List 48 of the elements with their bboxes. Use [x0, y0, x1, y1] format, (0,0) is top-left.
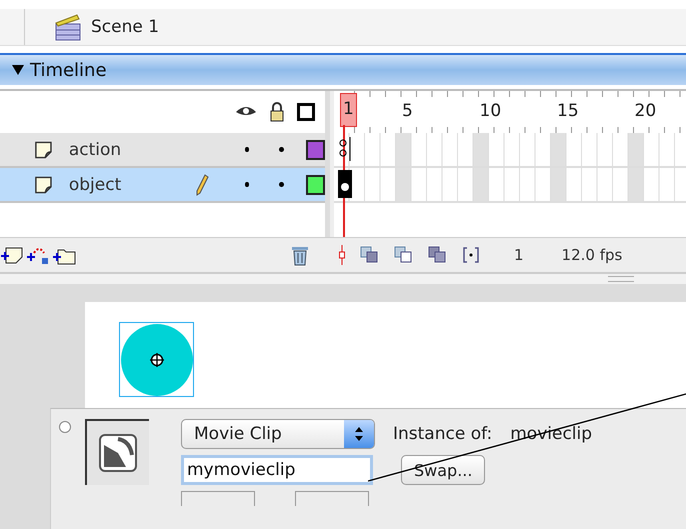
frame-rate: 12.0 fps [562, 246, 622, 264]
scene-name[interactable]: Scene 1 [91, 17, 160, 37]
stepper-arrows-icon [355, 427, 363, 441]
lock-dot-icon[interactable] [279, 182, 284, 187]
keyframe-icon[interactable] [338, 169, 352, 199]
panel-toggle[interactable] [59, 421, 71, 433]
trash-icon[interactable] [290, 244, 310, 266]
center-frame-icon[interactable] [360, 246, 380, 264]
width-field[interactable] [181, 491, 255, 506]
layer-color-swatch[interactable] [306, 140, 326, 160]
layer-row[interactable]: object [0, 168, 325, 203]
onion-outline-icon[interactable] [428, 246, 448, 264]
movie-clip-symbol-icon [96, 431, 140, 475]
layer-name: action [68, 140, 122, 160]
registration-point-icon [150, 352, 164, 366]
playhead-icon[interactable] [338, 245, 346, 265]
frame-row[interactable] [334, 168, 686, 203]
layer-page-icon [34, 140, 53, 160]
swap-button[interactable]: Swap... [401, 455, 486, 485]
frame-number: 15 [557, 101, 579, 121]
timeline-title: Timeline [30, 60, 107, 80]
frame-number: 5 [402, 101, 413, 121]
lock-icon[interactable] [269, 102, 285, 122]
collapse-triangle-icon [12, 65, 24, 75]
onion-skin-icon[interactable] [394, 246, 414, 264]
visibility-dot-icon[interactable] [244, 147, 250, 152]
instance-name-field[interactable]: mymovieclip [181, 455, 373, 485]
instance-of-label: Instance of: [393, 424, 492, 444]
frame-number: 20 [634, 101, 656, 121]
action-keyframe-icon[interactable] [338, 134, 352, 164]
layer-color-swatch[interactable] [306, 174, 326, 194]
outline-square-icon[interactable] [297, 103, 315, 121]
bracket-icon[interactable] [462, 246, 480, 264]
height-field[interactable] [295, 491, 369, 506]
playhead-marker[interactable]: 1 [340, 93, 357, 127]
visibility-dot-icon[interactable] [244, 182, 250, 187]
add-layer-icon[interactable] [0, 245, 24, 265]
layer-page-icon [34, 174, 53, 194]
lock-dot-icon[interactable] [279, 147, 284, 152]
movie-clip-instance[interactable] [119, 322, 194, 397]
layer-row[interactable]: action [0, 133, 325, 168]
current-frame: 1 [514, 246, 524, 264]
clapperboard-icon [53, 12, 83, 42]
timeline-header[interactable]: Timeline [0, 53, 686, 85]
layer-name: object [68, 174, 122, 194]
frame-number: 10 [480, 101, 502, 121]
symbol-type-dropdown[interactable]: Movie Clip [181, 419, 375, 449]
add-guide-layer-icon[interactable] [26, 245, 50, 265]
